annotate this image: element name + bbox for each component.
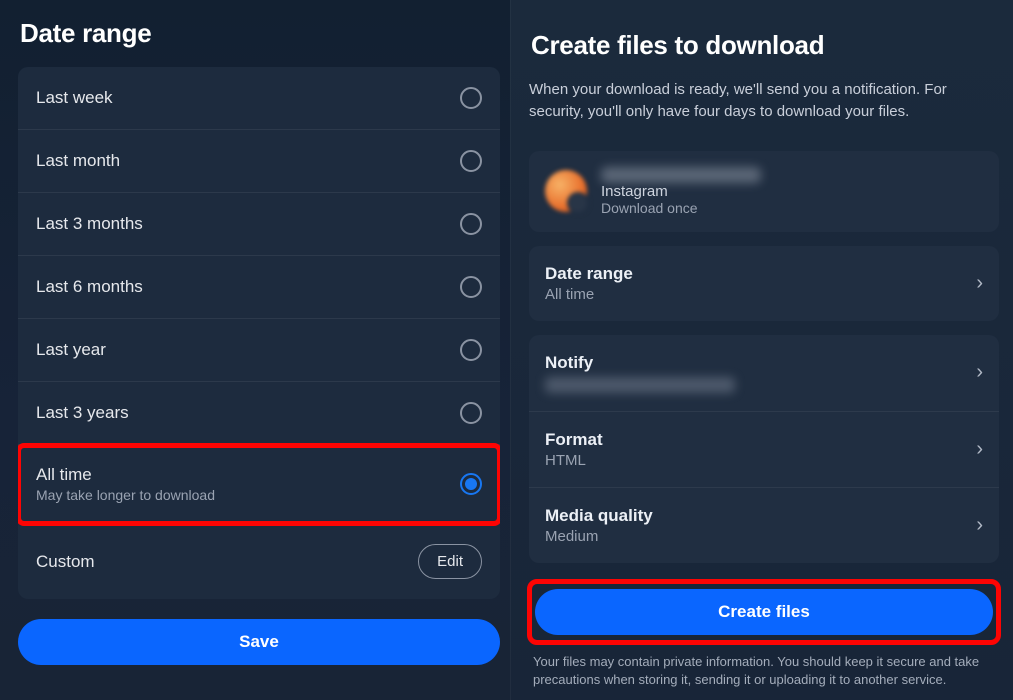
avatar	[545, 170, 587, 212]
account-name-blurred	[601, 167, 761, 183]
option-last-3-months[interactable]: Last 3 months	[18, 193, 500, 256]
edit-button[interactable]: Edit	[418, 544, 482, 579]
setting-media-quality[interactable]: Media quality Medium ›	[529, 488, 999, 563]
option-label: Last 3 years	[36, 403, 129, 423]
radio-icon	[460, 87, 482, 109]
option-last-week[interactable]: Last week	[18, 67, 500, 130]
setting-value: All time	[545, 286, 633, 303]
radio-icon	[460, 339, 482, 361]
create-files-highlight: Create files	[529, 581, 999, 643]
option-label: Last month	[36, 151, 120, 171]
option-label: Last 6 months	[36, 277, 143, 297]
setting-label: Format	[545, 430, 603, 450]
account-platform: Instagram	[601, 183, 761, 200]
radio-icon	[460, 402, 482, 424]
radio-icon-selected	[460, 473, 482, 495]
setting-date-range[interactable]: Date range All time ›	[529, 246, 999, 321]
option-custom[interactable]: Custom Edit	[18, 524, 500, 599]
option-last-6-months[interactable]: Last 6 months	[18, 256, 500, 319]
option-label: Last year	[36, 340, 106, 360]
radio-icon	[460, 150, 482, 172]
settings-card: Notify › Format HTML › Media quality Med…	[529, 335, 999, 563]
save-button[interactable]: Save	[18, 619, 500, 665]
date-range-title: Date range	[20, 18, 500, 49]
date-range-options: Last week Last month Last 3 months Last …	[18, 67, 500, 599]
radio-icon	[460, 276, 482, 298]
setting-notify[interactable]: Notify ›	[529, 335, 999, 412]
option-label: All time	[36, 465, 215, 485]
setting-label: Notify	[545, 353, 735, 373]
radio-icon	[460, 213, 482, 235]
account-row[interactable]: Instagram Download once	[529, 151, 999, 232]
setting-value: Medium	[545, 528, 653, 545]
create-files-title: Create files to download	[531, 30, 999, 61]
date-range-card: Date range All time ›	[529, 246, 999, 321]
chevron-right-icon: ›	[976, 361, 983, 384]
setting-label: Media quality	[545, 506, 653, 526]
option-all-time[interactable]: All time May take longer to download	[18, 445, 500, 524]
notify-email-blurred	[545, 377, 735, 393]
option-last-3-years[interactable]: Last 3 years	[18, 382, 500, 445]
setting-label: Date range	[545, 264, 633, 284]
chevron-right-icon: ›	[976, 514, 983, 537]
footer-disclaimer: Your files may contain private informati…	[529, 653, 999, 691]
chevron-right-icon: ›	[976, 438, 983, 461]
date-range-panel: Date range Last week Last month Last 3 m…	[0, 0, 510, 700]
chevron-right-icon: ›	[976, 272, 983, 295]
option-sublabel: May take longer to download	[36, 487, 215, 503]
account-frequency: Download once	[601, 200, 761, 216]
option-label: Custom	[36, 552, 95, 572]
option-label: Last week	[36, 88, 113, 108]
setting-format[interactable]: Format HTML ›	[529, 412, 999, 488]
account-card: Instagram Download once	[529, 151, 999, 232]
create-files-panel: Create files to download When your downl…	[510, 0, 1013, 700]
create-files-button[interactable]: Create files	[535, 589, 993, 635]
option-label: Last 3 months	[36, 214, 143, 234]
option-last-year[interactable]: Last year	[18, 319, 500, 382]
setting-value: HTML	[545, 452, 603, 469]
create-files-desc: When your download is ready, we'll send …	[529, 79, 999, 123]
option-last-month[interactable]: Last month	[18, 130, 500, 193]
